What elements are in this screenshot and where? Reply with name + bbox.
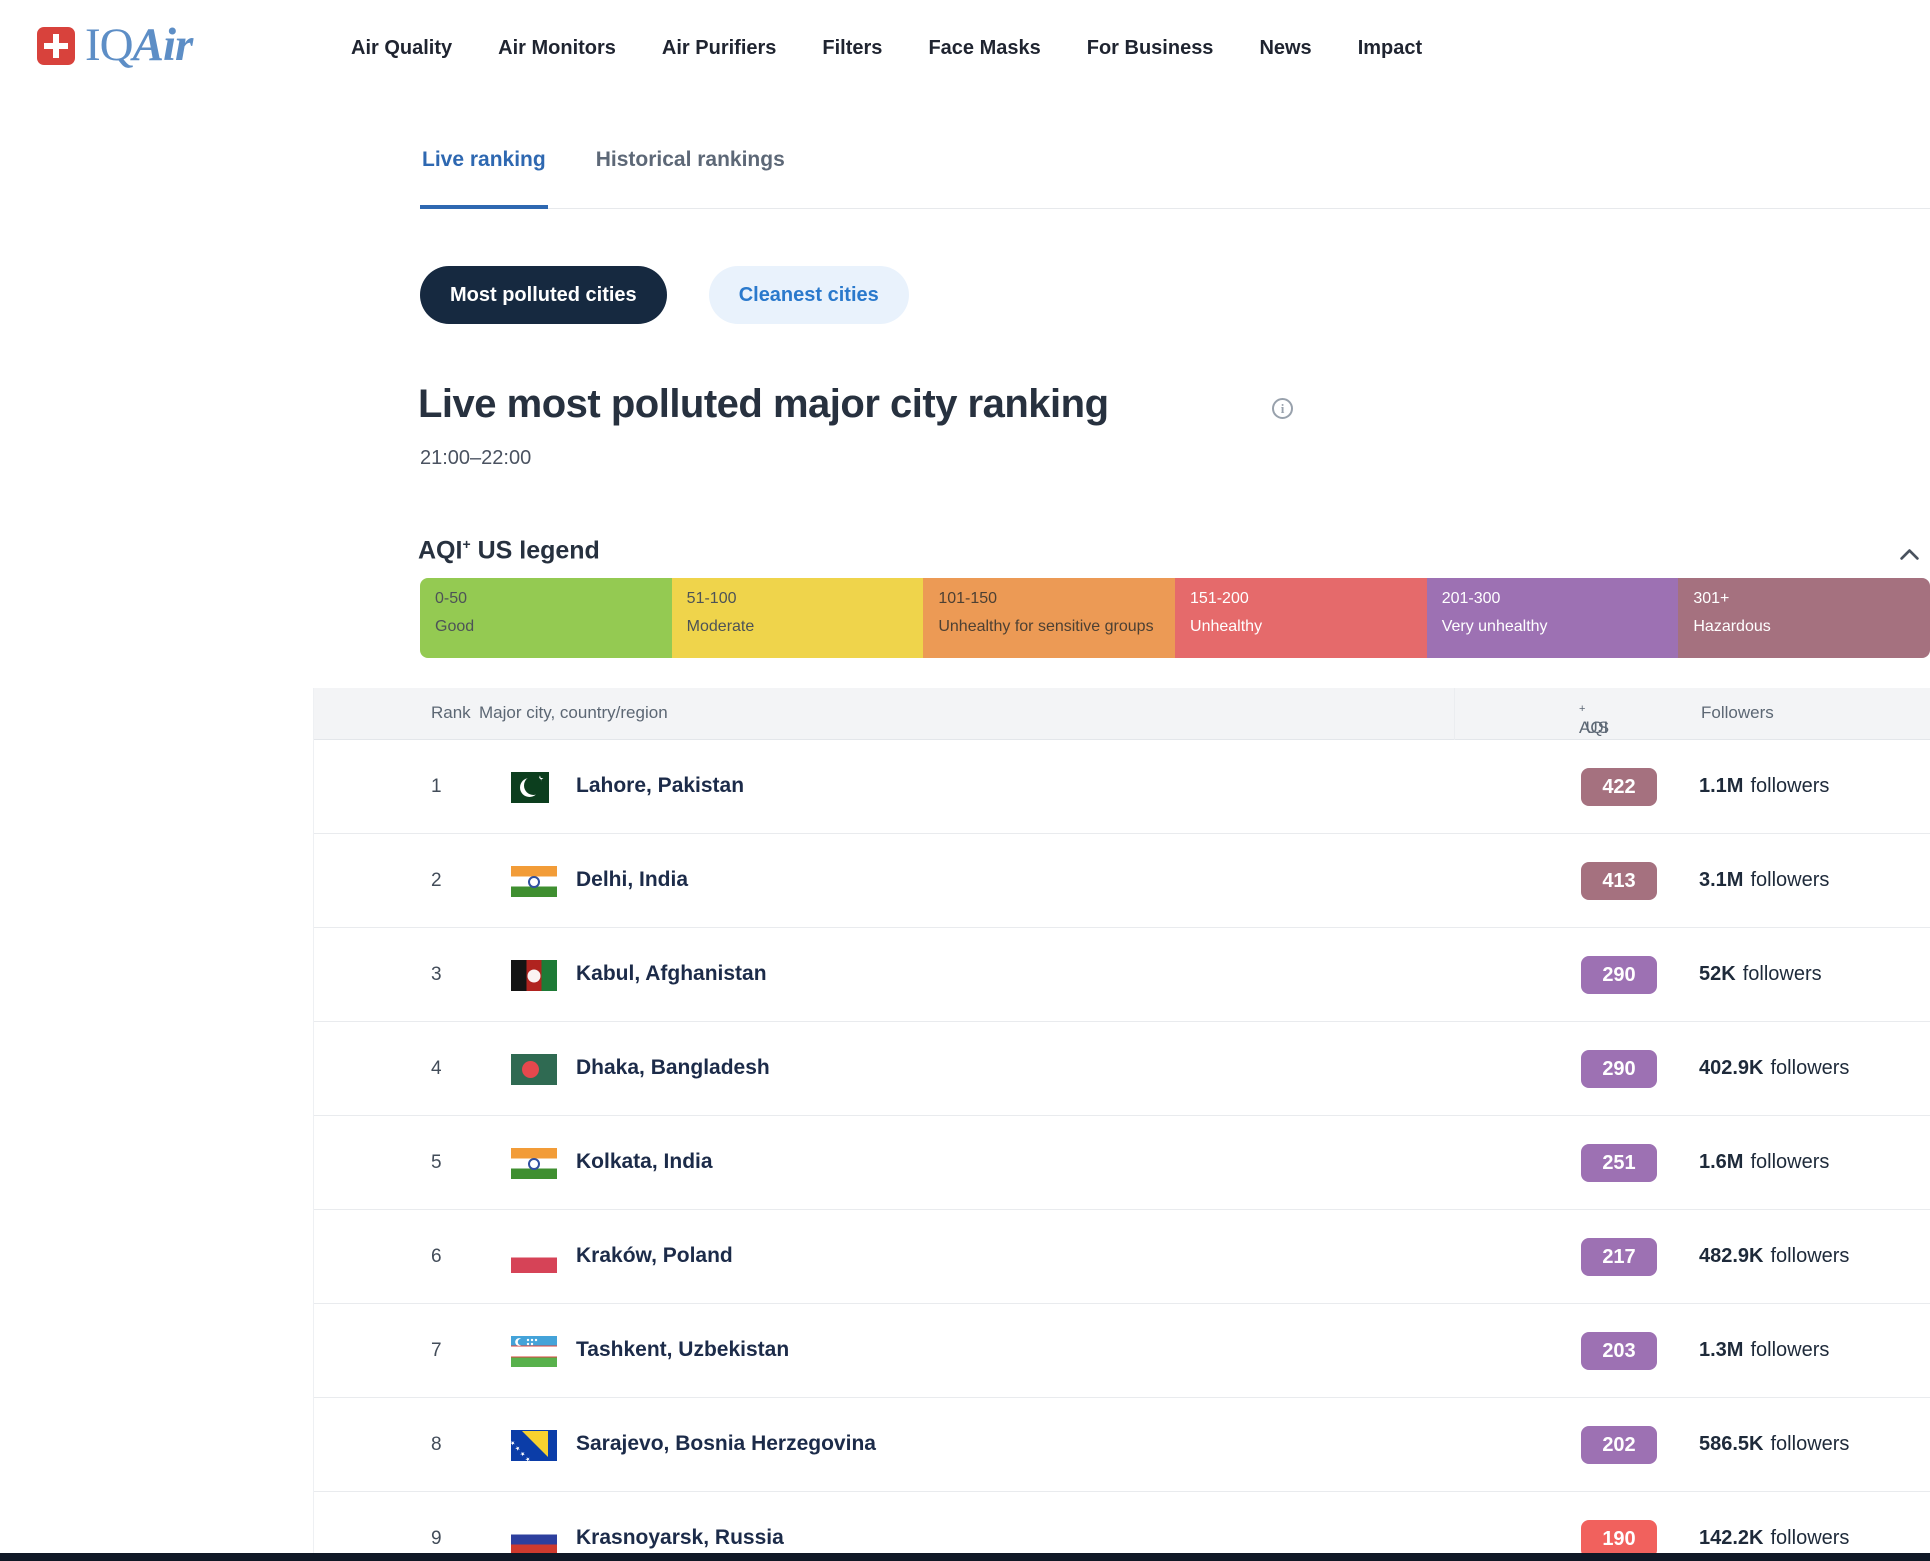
aqi-badge: 413 bbox=[1581, 862, 1657, 900]
city-link[interactable]: Kolkata, India bbox=[576, 1150, 713, 1174]
bangladesh-flag-icon bbox=[511, 1054, 557, 1085]
rank-cell: 3 bbox=[431, 964, 442, 986]
rank-cell: 1 bbox=[431, 776, 442, 798]
legend-band-usg: 101-150Unhealthy for sensitive groups bbox=[923, 578, 1175, 658]
followers-cell: 1.6Mfollowers bbox=[1699, 1151, 1829, 1174]
followers-cell: 52Kfollowers bbox=[1699, 963, 1822, 986]
legend-band-hazardous: 301+Hazardous bbox=[1678, 578, 1930, 658]
aqi-legend-title: AQI+ US legend bbox=[418, 536, 600, 565]
table-row[interactable]: 4 Dhaka, Bangladesh 290 402.9Kfollowers bbox=[314, 1022, 1930, 1116]
legend-band-good: 0-50Good bbox=[420, 578, 672, 658]
city-link[interactable]: Kabul, Afghanistan bbox=[576, 962, 767, 986]
bosnia-herzegovina-flag-icon: ★★★★ bbox=[511, 1430, 557, 1461]
rank-cell: 5 bbox=[431, 1152, 442, 1174]
rank-cell: 6 bbox=[431, 1246, 442, 1268]
pakistan-flag-icon: ★ bbox=[511, 772, 549, 803]
nav-item-impact[interactable]: Impact bbox=[1358, 36, 1422, 61]
rank-cell: 8 bbox=[431, 1434, 442, 1456]
uzbekistan-flag-icon bbox=[511, 1336, 557, 1367]
rank-column-header: Rank bbox=[431, 703, 471, 723]
followers-cell: 482.9Kfollowers bbox=[1699, 1245, 1849, 1268]
city-column-header: Major city, country/region bbox=[479, 703, 668, 723]
aqi-badge: 290 bbox=[1581, 1050, 1657, 1088]
table-row[interactable]: 2 Delhi, India 413 3.1Mfollowers bbox=[314, 834, 1930, 928]
cleanest-cities-button[interactable]: Cleanest cities bbox=[709, 266, 909, 324]
page-title: Live most polluted major city ranking bbox=[418, 382, 1109, 427]
legend-band-unhealthy: 151-200Unhealthy bbox=[1175, 578, 1427, 658]
nav-item-news[interactable]: News bbox=[1259, 36, 1311, 61]
city-link[interactable]: Lahore, Pakistan bbox=[576, 774, 744, 798]
table-row[interactable]: 1 ★ Lahore, Pakistan 422 1.1Mfollowers bbox=[314, 740, 1930, 834]
aqi-badge: 290 bbox=[1581, 956, 1657, 994]
nav-item-filters[interactable]: Filters bbox=[822, 36, 882, 61]
city-link[interactable]: Sarajevo, Bosnia Herzegovina bbox=[576, 1432, 876, 1456]
nav-item-for-business[interactable]: For Business bbox=[1087, 36, 1214, 61]
table-row[interactable]: 3 Kabul, Afghanistan 290 52Kfollowers bbox=[314, 928, 1930, 1022]
aqi-badge: 203 bbox=[1581, 1332, 1657, 1370]
aqi-column-header: AQI+ US bbox=[1579, 703, 1585, 724]
followers-cell: 3.1Mfollowers bbox=[1699, 869, 1829, 892]
followers-cell: 1.3Mfollowers bbox=[1699, 1339, 1829, 1362]
followers-cell: 402.9Kfollowers bbox=[1699, 1057, 1849, 1080]
aqi-legend-bands: 0-50Good 51-100Moderate 101-150Unhealthy… bbox=[420, 578, 1930, 658]
india-flag-icon bbox=[511, 866, 557, 897]
followers-cell: 1.1Mfollowers bbox=[1699, 775, 1829, 798]
rank-cell: 9 bbox=[431, 1528, 442, 1550]
city-link[interactable]: Kraków, Poland bbox=[576, 1244, 733, 1268]
city-link[interactable]: Tashkent, Uzbekistan bbox=[576, 1338, 789, 1362]
iqair-ranking-page: IQAir Air Quality Air Monitors Air Purif… bbox=[0, 0, 1930, 1561]
collapse-legend-chevron-icon[interactable] bbox=[1896, 541, 1923, 573]
nav-item-air-purifiers[interactable]: Air Purifiers bbox=[662, 36, 776, 61]
table-row[interactable]: 9 Krasnoyarsk, Russia 190 142.2Kfollower… bbox=[314, 1492, 1930, 1561]
bottom-edge-bar bbox=[0, 1553, 1930, 1561]
aqi-badge: 202 bbox=[1581, 1426, 1657, 1464]
legend-band-moderate: 51-100Moderate bbox=[672, 578, 924, 658]
nav-item-air-quality[interactable]: Air Quality bbox=[351, 36, 452, 61]
ranking-tabs: Live ranking Historical rankings bbox=[420, 143, 1930, 209]
followers-cell: 586.5Kfollowers bbox=[1699, 1433, 1849, 1456]
aqi-badge: 217 bbox=[1581, 1238, 1657, 1276]
table-row[interactable]: 5 Kolkata, India 251 1.6Mfollowers bbox=[314, 1116, 1930, 1210]
poland-flag-icon bbox=[511, 1242, 557, 1273]
table-row[interactable]: 6 Kraków, Poland 217 482.9Kfollowers bbox=[314, 1210, 1930, 1304]
most-polluted-cities-button[interactable]: Most polluted cities bbox=[420, 266, 667, 324]
table-row[interactable]: 7 Tashkent, Uzbekistan 203 1.3Mfollowers bbox=[314, 1304, 1930, 1398]
city-link[interactable]: Delhi, India bbox=[576, 868, 688, 892]
afghanistan-flag-icon bbox=[511, 960, 557, 991]
rank-cell: 7 bbox=[431, 1340, 442, 1362]
info-icon[interactable]: i bbox=[1272, 398, 1293, 419]
iqair-logo[interactable]: IQAir bbox=[37, 22, 192, 69]
swiss-cross-icon bbox=[37, 27, 75, 65]
aqi-badge: 422 bbox=[1581, 768, 1657, 806]
rank-cell: 2 bbox=[431, 870, 442, 892]
table-header: Rank Major city, country/region AQI+ US … bbox=[314, 688, 1930, 740]
nav-item-air-monitors[interactable]: Air Monitors bbox=[498, 36, 616, 61]
nav-item-face-masks[interactable]: Face Masks bbox=[928, 36, 1040, 61]
table-row[interactable]: 8 ★★★★ Sarajevo, Bosnia Herzegovina 202 … bbox=[314, 1398, 1930, 1492]
ranking-toggle: Most polluted cities Cleanest cities bbox=[420, 266, 909, 324]
tab-live-ranking[interactable]: Live ranking bbox=[420, 143, 548, 209]
logo-text: IQAir bbox=[85, 22, 192, 69]
followers-column-header: Followers bbox=[1701, 703, 1774, 723]
ranking-table: Rank Major city, country/region AQI+ US … bbox=[313, 688, 1930, 1561]
followers-cell: 142.2Kfollowers bbox=[1699, 1527, 1849, 1550]
aqi-badge: 251 bbox=[1581, 1144, 1657, 1182]
russia-flag-icon bbox=[511, 1524, 557, 1555]
india-flag-icon bbox=[511, 1148, 557, 1179]
tab-historical-rankings[interactable]: Historical rankings bbox=[594, 143, 787, 209]
city-link[interactable]: Krasnoyarsk, Russia bbox=[576, 1526, 784, 1550]
legend-band-very-unhealthy: 201-300Very unhealthy bbox=[1427, 578, 1679, 658]
rank-cell: 4 bbox=[431, 1058, 442, 1080]
main-nav: Air Quality Air Monitors Air Purifiers F… bbox=[351, 36, 1422, 61]
city-link[interactable]: Dhaka, Bangladesh bbox=[576, 1056, 770, 1080]
time-range: 21:00–22:00 bbox=[420, 447, 531, 470]
